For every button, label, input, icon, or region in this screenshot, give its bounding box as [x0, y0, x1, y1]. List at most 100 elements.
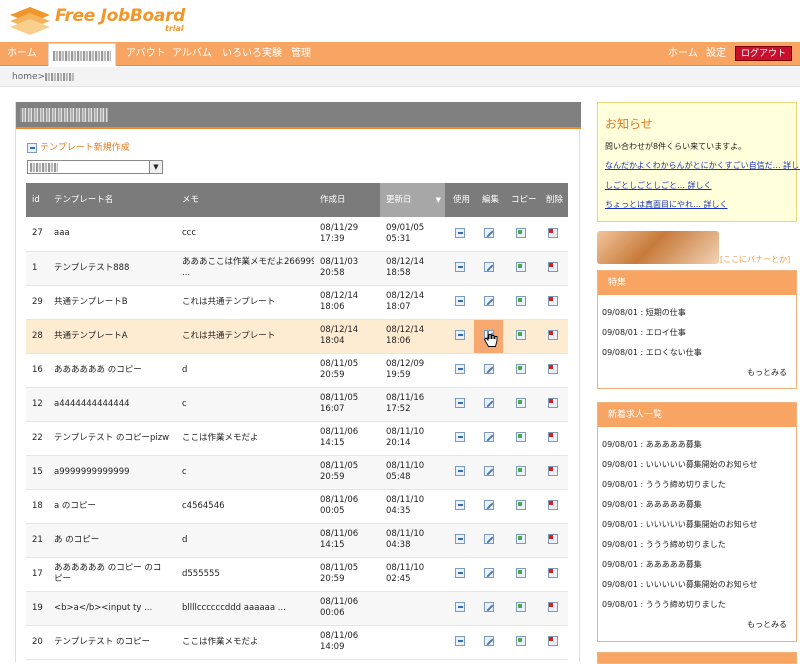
use-template-icon[interactable] [454, 466, 465, 477]
copy-template-icon[interactable] [515, 636, 526, 647]
job-item[interactable]: 09/08/01 : ううう締め切りました [602, 479, 726, 490]
copy-template-icon[interactable] [515, 432, 526, 443]
cell-name[interactable]: 共通テンプレートB [48, 285, 176, 320]
job-item[interactable]: 09/08/01 : ううう締め切りました [602, 539, 726, 550]
cell-name[interactable]: テンプレテスト のコピーpizw [48, 421, 176, 456]
nav-about[interactable]: アバウト [126, 42, 166, 66]
delete-template-icon[interactable] [548, 602, 558, 613]
delete-template-icon[interactable] [548, 364, 558, 375]
jobs-more-link[interactable]: もっとみる [747, 619, 787, 630]
cell-name[interactable]: aaa [48, 217, 176, 252]
col-use[interactable]: 使用 [445, 183, 474, 217]
delete-template-icon[interactable] [548, 330, 558, 341]
job-item[interactable]: 09/08/01 : ううう締め切りました [602, 599, 726, 610]
use-template-icon[interactable] [454, 398, 465, 409]
job-item[interactable]: 09/08/01 : あああああ募集 [602, 559, 702, 570]
cell-name[interactable]: あ のコピー [48, 523, 176, 558]
edit-template-icon[interactable] [483, 568, 494, 579]
col-edit[interactable]: 編集 [474, 183, 503, 217]
delete-template-icon[interactable] [548, 262, 558, 273]
edit-template-icon[interactable] [483, 432, 494, 443]
delete-template-icon[interactable] [548, 568, 558, 579]
feature-item[interactable]: 09/08/01 : エロイ仕事 [602, 327, 686, 338]
copy-template-icon[interactable] [515, 228, 526, 238]
cell-name[interactable]: a9999999999999 [48, 455, 176, 490]
copy-template-icon[interactable] [515, 568, 526, 579]
cell-name[interactable]: a4444444444444 [48, 387, 176, 422]
template-filter-select[interactable]: ▼ [27, 160, 163, 174]
use-template-icon[interactable] [454, 364, 465, 375]
delete-template-icon[interactable] [548, 466, 558, 477]
features-more-link[interactable]: もっとみる [747, 367, 787, 378]
edit-template-icon[interactable] [483, 534, 494, 545]
edit-template-icon[interactable] [483, 296, 494, 307]
delete-template-icon[interactable] [548, 500, 558, 511]
cell-name[interactable]: ああああああ のコピー のコ ピー [48, 557, 176, 592]
notice-link[interactable]: ちょっとは真面目にやれ… 詳しく [605, 199, 728, 210]
nav-home-right[interactable]: ホーム [668, 42, 698, 66]
notice-link[interactable]: なんだかよくわからんがとにかくすごい自信だ… 詳しく [605, 160, 800, 171]
copy-template-icon[interactable] [515, 398, 526, 409]
nav-home[interactable]: ホーム [7, 42, 37, 66]
delete-template-icon[interactable] [548, 296, 558, 307]
col-updated[interactable]: 更新日 ▼ [380, 183, 445, 217]
job-item[interactable]: 09/08/01 : あああああ募集 [602, 439, 702, 450]
cell-name[interactable]: テンプレテスト のコピー [48, 625, 176, 660]
copy-template-icon[interactable] [515, 330, 526, 341]
logo-title[interactable]: Free JobBoard [55, 6, 185, 26]
nav-settings[interactable]: 設定 [706, 42, 726, 66]
use-template-icon[interactable] [454, 296, 465, 307]
edit-template-icon[interactable] [483, 262, 494, 273]
cell-name[interactable]: a のコピー [48, 489, 176, 524]
feature-item[interactable]: 09/08/01 : エロくない仕事 [602, 347, 702, 358]
breadcrumb-home[interactable]: home [12, 72, 38, 82]
edit-template-icon[interactable] [483, 228, 494, 238]
copy-template-icon[interactable] [515, 534, 526, 545]
col-id[interactable]: id [26, 183, 48, 217]
feature-item[interactable]: 09/08/01 : 短期の仕事 [602, 307, 686, 318]
delete-template-icon[interactable] [548, 432, 558, 443]
copy-template-icon[interactable] [515, 296, 526, 307]
edit-template-icon[interactable] [483, 636, 494, 647]
nav-experiments[interactable]: いろいろ実験 [222, 42, 282, 66]
use-template-icon[interactable] [454, 602, 465, 613]
copy-template-icon[interactable] [515, 602, 526, 613]
edit-template-icon[interactable] [483, 500, 494, 511]
copy-template-icon[interactable] [515, 262, 526, 273]
copy-template-icon[interactable] [515, 364, 526, 375]
job-item[interactable]: 09/08/01 : いいいいい募集開始のお知らせ [602, 459, 758, 470]
cell-name[interactable]: 共通テンプレートA [48, 319, 176, 354]
edit-template-icon[interactable] [483, 466, 494, 477]
nav-tab-active[interactable] [48, 43, 116, 66]
col-copy[interactable]: コピー [503, 183, 538, 217]
cell-name[interactable]: ああああああ のコピー [48, 353, 176, 388]
job-item[interactable]: 09/08/01 : あああああ募集 [602, 499, 702, 510]
nav-album[interactable]: アルバム [172, 42, 212, 66]
use-template-icon[interactable] [454, 432, 465, 443]
edit-template-icon[interactable] [483, 398, 494, 409]
use-template-icon[interactable] [454, 568, 465, 579]
use-template-icon[interactable] [454, 228, 465, 238]
use-template-icon[interactable] [454, 500, 465, 511]
cell-name[interactable]: テンプレテスト888 [48, 251, 176, 286]
delete-template-icon[interactable] [548, 398, 558, 409]
use-template-icon[interactable] [454, 330, 465, 341]
chevron-down-icon[interactable]: ▼ [149, 161, 162, 173]
copy-template-icon[interactable] [515, 500, 526, 511]
col-memo[interactable]: メモ [176, 183, 314, 217]
delete-template-icon[interactable] [548, 636, 558, 647]
logout-button[interactable]: ログアウト [735, 46, 793, 61]
use-template-icon[interactable] [454, 636, 465, 647]
job-item[interactable]: 09/08/01 : いいいいい募集開始のお知らせ [602, 519, 758, 530]
cell-name[interactable]: <b>a</b><input ty ... [48, 591, 176, 626]
delete-template-icon[interactable] [548, 228, 558, 238]
banner-image[interactable] [597, 231, 719, 264]
col-name[interactable]: テンプレート名 [48, 183, 176, 217]
use-template-icon[interactable] [454, 534, 465, 545]
new-template-link[interactable]: テンプレート新規作成 [27, 140, 130, 153]
copy-template-icon[interactable] [515, 466, 526, 477]
use-template-icon[interactable] [454, 262, 465, 273]
edit-template-icon[interactable] [483, 602, 494, 613]
edit-template-icon[interactable] [483, 364, 494, 375]
job-item[interactable]: 09/08/01 : いいいいい募集開始のお知らせ [602, 579, 758, 590]
